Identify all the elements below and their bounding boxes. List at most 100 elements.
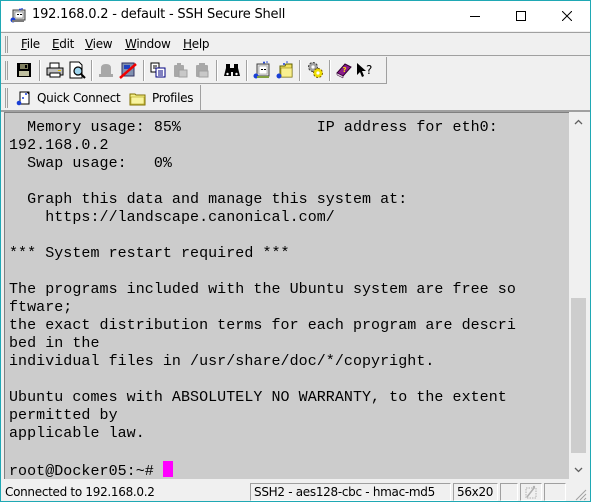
encryption-info: SSH2 - aes128-cbc - hmac-md5 — [254, 485, 435, 499]
menu-edit[interactable]: Edit — [52, 37, 74, 51]
disconnect-button[interactable] — [118, 60, 138, 80]
terminal-line: *** System restart required *** — [9, 245, 290, 262]
new-terminal-window-icon — [253, 61, 270, 79]
status-panel-empty-2 — [544, 483, 566, 501]
menu-help[interactable]: Help — [183, 37, 209, 51]
terminal-line: the exact distribution terms for each pr… — [9, 317, 516, 334]
menu-view[interactable]: View — [85, 37, 113, 51]
menu-bar: File Edit View Window Help — [1, 32, 590, 56]
close-button[interactable] — [544, 1, 590, 31]
ssh-app-icon[interactable] — [10, 8, 26, 23]
paste-icon — [174, 63, 188, 78]
menu-edit-label: dit — [59, 37, 75, 51]
menu-help-accel: H — [183, 37, 192, 51]
terminal-line: individual files in /usr/share/doc/*/cop… — [9, 353, 435, 370]
save-button[interactable] — [14, 60, 34, 80]
vertical-scrollbar[interactable] — [569, 112, 588, 479]
shell-prompt: root@Docker05:~# — [9, 463, 163, 479]
find-button[interactable] — [222, 60, 242, 80]
copy-icon — [150, 62, 166, 78]
binoculars-icon — [224, 64, 240, 76]
transfer-status-panel — [520, 483, 542, 501]
status-bar: Connected to 192.168.0.2 SSH2 - aes128-c… — [1, 481, 590, 501]
copy-button[interactable] — [148, 60, 168, 80]
print-button[interactable] — [45, 60, 65, 80]
help-button[interactable]: ? — [334, 60, 354, 80]
profiles-label: Profiles — [152, 91, 194, 105]
menu-file-label: ile — [26, 37, 40, 51]
print-preview-icon — [69, 61, 86, 79]
terminal-line: ftware; — [9, 299, 73, 316]
disconnect-icon — [119, 62, 137, 79]
maximize-icon — [516, 11, 526, 21]
terminal-line: permitted by — [9, 407, 118, 424]
paste-button[interactable] — [170, 60, 190, 80]
quickbar-grip[interactable] — [5, 88, 8, 108]
floppy-disk-icon — [17, 63, 31, 77]
resize-grip-icon — [575, 489, 587, 501]
terminal-line: 192.168.0.2 — [9, 137, 109, 154]
terminal-output: Memory usage: 85% IP address for eth0: 19… — [9, 119, 516, 479]
quick-connect-bar: Quick Connect Profiles — [1, 85, 201, 110]
title-bar[interactable]: 192.168.0.2 - default - SSH Secure Shell — [1, 1, 590, 31]
paste-special-icon — [196, 63, 209, 78]
menu-help-label: elp — [191, 37, 210, 51]
terminal-line: https://landscape.canonical.com/ — [9, 209, 335, 226]
new-file-transfer-window-icon — [276, 61, 293, 79]
scroll-up-button[interactable] — [569, 112, 588, 131]
maximize-button[interactable] — [498, 1, 544, 31]
chevron-down-icon — [574, 467, 583, 472]
terminal-line: The programs included with the Ubuntu sy… — [9, 281, 516, 298]
transfer-status-icon — [525, 485, 537, 499]
chevron-up-icon — [574, 119, 583, 124]
ssh-client-window: 192.168.0.2 - default - SSH Secure Shell… — [0, 0, 591, 502]
quick-connect-label: Quick Connect — [37, 91, 121, 105]
terminal-line: bed in the — [9, 335, 100, 352]
terminal-size: 56x20 — [457, 485, 494, 499]
menu-window-accel: W — [125, 37, 137, 51]
toolbar-separator — [329, 60, 331, 81]
toolbar: ? ? — [1, 57, 387, 84]
minimize-button[interactable] — [452, 1, 498, 31]
toolbar-separator — [216, 60, 218, 81]
quick-connect-icon — [16, 91, 30, 106]
connect-icon — [99, 64, 113, 77]
resize-grip[interactable] — [571, 485, 587, 501]
help-book-icon: ? — [336, 63, 352, 79]
terminal-size-panel: 56x20 — [453, 483, 498, 501]
menu-window[interactable]: Window — [125, 37, 171, 51]
new-file-transfer-button[interactable] — [275, 60, 295, 80]
terminal-line: Graph this data and manage this system a… — [9, 191, 408, 208]
toolbar-separator — [91, 60, 93, 81]
paste-special-button[interactable] — [192, 60, 212, 80]
toolbar-separator — [246, 60, 248, 81]
menu-file[interactable]: File — [21, 37, 40, 51]
quick-connect-button[interactable]: Quick Connect — [16, 88, 121, 108]
terminal-line: Swap usage: 0% — [9, 155, 172, 172]
context-help-button[interactable]: ? — [355, 60, 375, 80]
toolbar-separator — [299, 60, 301, 81]
connect-button[interactable] — [96, 60, 116, 80]
menu-view-label: iew — [92, 37, 113, 51]
menubar-grip[interactable] — [5, 36, 8, 53]
terminal-view[interactable]: Memory usage: 85% IP address for eth0: 19… — [4, 112, 569, 479]
settings-button[interactable] — [305, 60, 325, 80]
print-preview-button[interactable] — [67, 60, 87, 80]
profiles-button[interactable]: Profiles — [129, 88, 193, 108]
scrollbar-thumb[interactable] — [571, 298, 586, 453]
status-panel-empty-1 — [500, 483, 518, 501]
toolbar-grip[interactable] — [5, 61, 8, 80]
toolbar-separator — [143, 60, 145, 81]
window-title: 192.168.0.2 - default - SSH Secure Shell — [32, 7, 286, 22]
settings-gear-icon — [308, 62, 323, 78]
menu-view-accel: V — [85, 37, 93, 51]
scroll-down-button[interactable] — [569, 460, 588, 479]
minimize-icon — [470, 16, 480, 17]
terminal-prompt-line: root@Docker05:~# — [9, 461, 516, 479]
new-terminal-button[interactable] — [252, 60, 272, 80]
terminal-line: applicable law. — [9, 425, 145, 442]
close-icon — [562, 11, 572, 21]
